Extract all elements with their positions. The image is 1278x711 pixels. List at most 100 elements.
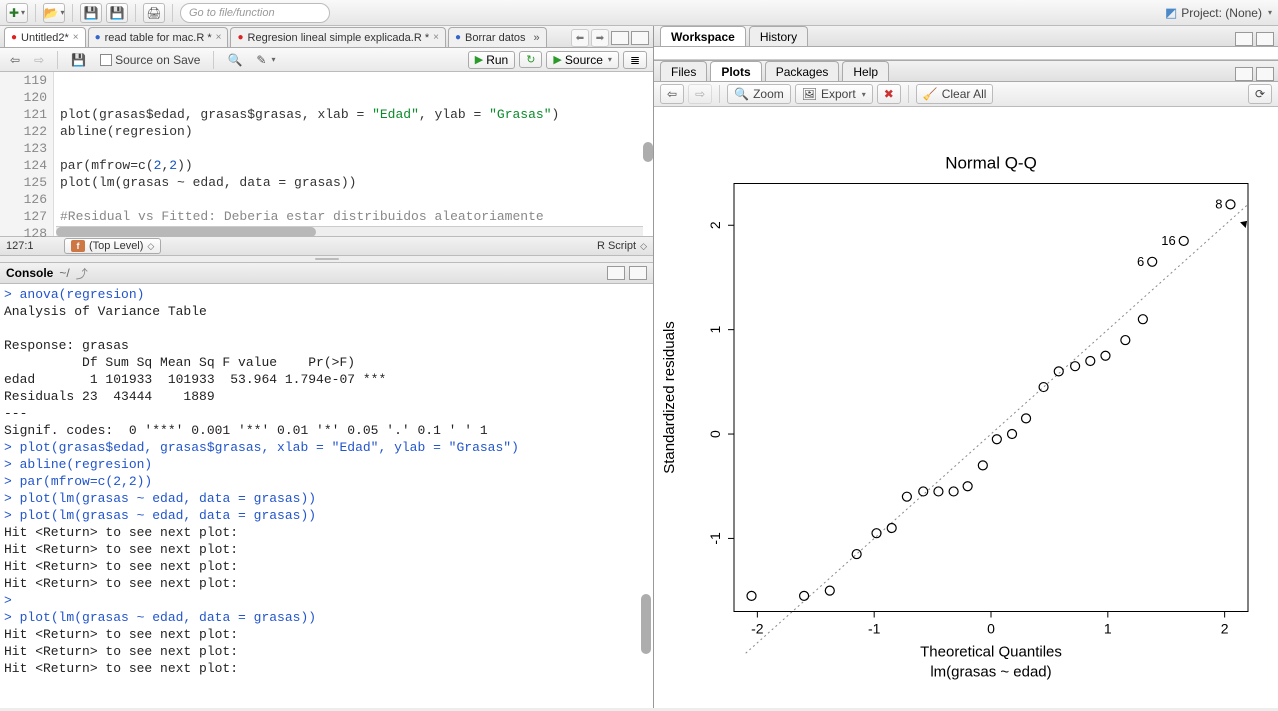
plot-prev-button[interactable]: ⇦ xyxy=(660,84,684,104)
language-label: R Script xyxy=(597,240,636,252)
close-icon[interactable]: × xyxy=(216,32,222,43)
source-tab-regresion[interactable]: ● Regresion lineal simple explicada.R * … xyxy=(230,27,445,47)
tab-workspace[interactable]: Workspace xyxy=(660,26,746,46)
back-button[interactable]: ⇦ xyxy=(6,51,24,69)
close-icon[interactable]: × xyxy=(433,32,439,43)
code-editor[interactable]: 119 120 121 122 123 124 125 126 127 128 … xyxy=(0,72,653,236)
console-path: ~/ xyxy=(59,266,69,280)
export-button[interactable]: 🖼 Export ▾ xyxy=(795,84,873,104)
run-label: Run xyxy=(486,53,508,67)
scope-label: (Top Level) xyxy=(89,240,143,252)
maximize-console-button[interactable] xyxy=(629,266,647,280)
save-all-button[interactable]: 💾 xyxy=(106,3,128,23)
source-icon: ▶ xyxy=(553,53,561,66)
zoom-label: Zoom xyxy=(753,87,784,101)
export-icon: 🖼 xyxy=(802,87,817,101)
svg-text:0: 0 xyxy=(707,430,723,438)
minimize-plots-button[interactable] xyxy=(1235,67,1253,81)
function-icon: f xyxy=(71,240,85,252)
rfile-icon: ● xyxy=(455,32,461,43)
console-header: Console ~/ ⤴ xyxy=(0,262,653,284)
code-area[interactable]: plot(grasas$edad, grasas$grasas, xlab = … xyxy=(54,72,653,236)
tab-files[interactable]: Files xyxy=(660,61,707,81)
unsaved-icon: ● xyxy=(237,32,243,43)
save-source-button[interactable]: 💾 xyxy=(67,51,90,69)
svg-text:-1: -1 xyxy=(868,621,881,637)
maximize-workspace-button[interactable] xyxy=(1256,32,1274,46)
close-icon[interactable]: × xyxy=(73,32,79,43)
refresh-plot-button[interactable]: ⟳ xyxy=(1248,84,1272,104)
svg-text:6: 6 xyxy=(1137,254,1144,269)
tab-packages[interactable]: Packages xyxy=(765,61,840,81)
minimize-console-button[interactable] xyxy=(607,266,625,280)
source-status-bar: 127:1 f (Top Level) ◇ R Script ◇ xyxy=(0,236,653,256)
svg-text:2: 2 xyxy=(707,221,723,229)
checkbox-icon xyxy=(100,54,112,66)
new-doc-button[interactable]: ✚▾ xyxy=(6,3,28,23)
source-toolbar: ⇦ ⇨ 💾 Source on Save 🔍 ✎▾ ▶ Run ↻ ▶ Sour… xyxy=(0,48,653,72)
source-tab-borrar[interactable]: ● Borrar datos » xyxy=(448,27,547,47)
plot-next-button[interactable]: ⇨ xyxy=(688,84,712,104)
plot-toolbar: ⇦ ⇨ 🔍 Zoom 🖼 Export ▾ ✖ 🧹 Clear All ⟳ xyxy=(654,82,1278,107)
svg-text:1: 1 xyxy=(707,326,723,334)
svg-text:Normal Q-Q: Normal Q-Q xyxy=(945,154,1037,173)
tab-label: Borrar datos xyxy=(465,32,526,44)
find-button[interactable]: 🔍 xyxy=(223,51,246,69)
minimize-source-button[interactable] xyxy=(611,31,629,45)
console-goto-icon[interactable]: ⤴ xyxy=(76,265,88,282)
tabs-prev-button[interactable]: ⬅ xyxy=(571,29,589,47)
clear-all-button[interactable]: 🧹 Clear All xyxy=(916,84,994,104)
editor-hscroll-thumb[interactable] xyxy=(56,227,316,237)
tabs-overflow[interactable]: » xyxy=(534,32,540,44)
svg-text:0: 0 xyxy=(987,621,995,637)
project-label-text: Project: (None) xyxy=(1181,6,1262,20)
forward-button[interactable]: ⇨ xyxy=(30,51,48,69)
tab-history[interactable]: History xyxy=(749,26,808,46)
editor-hscrollbar[interactable] xyxy=(56,226,643,236)
source-on-save-label: Source on Save xyxy=(115,53,200,67)
svg-text:-2: -2 xyxy=(751,621,764,637)
save-button[interactable]: 💾 xyxy=(80,3,102,23)
source-on-save-checkbox[interactable]: Source on Save xyxy=(96,51,204,69)
line-gutter: 119 120 121 122 123 124 125 126 127 128 xyxy=(0,72,54,236)
open-button[interactable]: 📂▾ xyxy=(43,3,65,23)
maximize-source-button[interactable] xyxy=(631,31,649,45)
zoom-button[interactable]: 🔍 Zoom xyxy=(727,84,791,104)
project-icon: ◩ xyxy=(1165,5,1177,21)
broom-icon: 🧹 xyxy=(923,87,938,101)
wand-button[interactable]: ✎▾ xyxy=(252,51,279,69)
outline-button[interactable]: ≣ xyxy=(623,51,647,69)
tab-label: Untitled2* xyxy=(21,32,69,44)
console-title: Console xyxy=(6,266,53,280)
zoom-icon: 🔍 xyxy=(734,87,749,101)
goto-file-input[interactable]: Go to file/function xyxy=(180,3,330,23)
source-tab-read-table[interactable]: ● read table for mac.R * × xyxy=(88,27,229,47)
editor-vscrollbar[interactable] xyxy=(643,142,653,162)
maximize-plots-button[interactable] xyxy=(1256,67,1274,81)
console-output[interactable]: > anova(regresion) Analysis of Variance … xyxy=(0,284,653,708)
source-tab-untitled2[interactable]: ● Untitled2* × xyxy=(4,27,86,47)
svg-text:Standardized residuals: Standardized residuals xyxy=(661,321,678,474)
project-menu[interactable]: ◩ Project: (None) ▾ xyxy=(1165,5,1272,21)
unsaved-icon: ● xyxy=(11,32,17,43)
rfile-icon: ● xyxy=(95,32,101,43)
print-button[interactable]: 🖨 xyxy=(143,3,165,23)
rerun-button[interactable]: ↻ xyxy=(519,51,542,68)
tab-help[interactable]: Help xyxy=(842,61,889,81)
tabs-next-button[interactable]: ➡ xyxy=(591,29,609,47)
svg-text:lm(grasas ~ edad): lm(grasas ~ edad) xyxy=(930,664,1051,681)
source-button[interactable]: ▶ Source ▾ xyxy=(546,51,619,69)
console-vscrollbar[interactable] xyxy=(641,594,651,654)
tab-plots[interactable]: Plots xyxy=(710,61,761,81)
svg-text:8: 8 xyxy=(1215,196,1222,211)
qq-plot: Normal Q-Q Standardized residuals Theoreti… xyxy=(654,107,1278,708)
svg-text:2: 2 xyxy=(1221,621,1229,637)
remove-plot-button[interactable]: ✖ xyxy=(877,84,901,104)
run-button[interactable]: ▶ Run xyxy=(468,51,515,69)
svg-text:-1: -1 xyxy=(707,532,723,545)
tab-label: Regresion lineal simple explicada.R * xyxy=(248,32,430,44)
minimize-workspace-button[interactable] xyxy=(1235,32,1253,46)
svg-text:Theoretical Quantiles: Theoretical Quantiles xyxy=(920,644,1062,661)
clear-all-label: Clear All xyxy=(942,87,987,101)
scope-selector[interactable]: f (Top Level) ◇ xyxy=(64,238,161,254)
